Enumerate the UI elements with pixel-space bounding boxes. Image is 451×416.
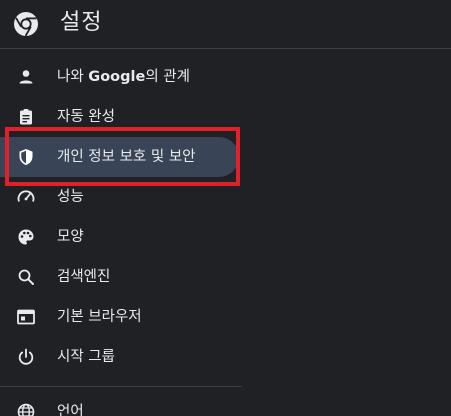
settings-sidebar: 나와 Google의 관계 자동 완성 개인 정보 보호 및 보안 성능 모양 …: [0, 57, 242, 377]
person-icon: [16, 67, 36, 87]
sidebar-item-on-startup[interactable]: 시작 그룹: [0, 337, 242, 377]
chrome-logo-icon: [13, 11, 39, 37]
settings-window: 설정 나와 Google의 관계 자동 완성 개인 정보 보호 및 보안 성능 …: [0, 0, 451, 416]
sidebar-item-label: 개인 정보 보호 및 보안: [57, 149, 196, 165]
globe-icon: [16, 402, 36, 416]
sidebar-item-label: 시작 그룹: [57, 349, 115, 365]
sidebar-item-autofill[interactable]: 자동 완성: [0, 97, 242, 137]
sidebar-item-appearance[interactable]: 모양: [0, 217, 242, 257]
sidebar-divider: [0, 386, 242, 387]
browser-window-icon: [16, 307, 36, 327]
sidebar-item-search-engine[interactable]: 검색엔진: [0, 257, 242, 297]
sidebar-item-label: 성능: [57, 189, 84, 205]
speedometer-icon: [16, 187, 36, 207]
power-icon: [16, 347, 36, 367]
sidebar-item-you-and-google[interactable]: 나와 Google의 관계: [0, 57, 242, 97]
sidebar-item-label: 언어: [57, 404, 84, 416]
clipboard-icon: [16, 107, 36, 127]
sidebar-item-default-browser[interactable]: 기본 브라우저: [0, 297, 242, 337]
sidebar-item-label: 검색엔진: [57, 269, 111, 285]
shield-icon: [16, 147, 36, 167]
sidebar-item-performance[interactable]: 성능: [0, 177, 242, 217]
settings-header: 설정: [0, 0, 451, 49]
sidebar-item-label: 자동 완성: [57, 109, 115, 125]
sidebar-item-label: 나와 Google의 관계: [57, 69, 190, 85]
sidebar-item-privacy-security[interactable]: 개인 정보 보호 및 보안: [0, 137, 239, 177]
sidebar-item-label: 기본 브라우저: [57, 309, 142, 325]
sidebar-item-label: 모양: [57, 229, 84, 245]
sidebar-item-languages[interactable]: 언어: [0, 392, 242, 416]
palette-icon: [16, 227, 36, 247]
search-icon: [16, 267, 36, 287]
page-title: 설정: [60, 10, 103, 35]
